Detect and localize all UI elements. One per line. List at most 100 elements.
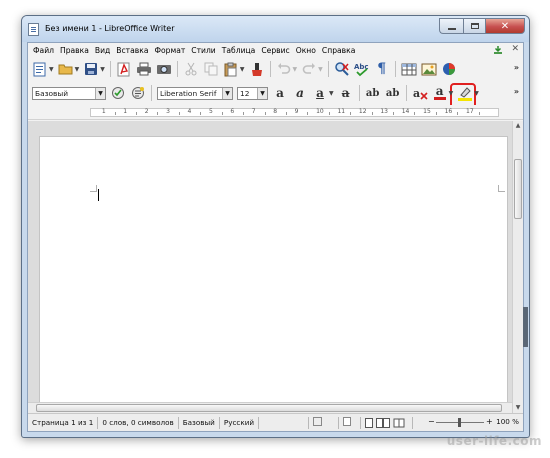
minimize-button[interactable] [439,18,463,34]
ruler-tick [200,112,202,115]
chevron-down-icon[interactable]: ▼ [100,66,105,73]
zoom-slider-knob[interactable] [458,418,461,427]
scroll-down-icon[interactable]: ▼ [513,403,523,413]
clone-formatting-icon[interactable] [249,61,265,77]
horizontal-scrollbar[interactable] [28,402,512,413]
close-document-button[interactable]: ✕ [511,44,519,54]
page-style-status[interactable]: Базовый [179,416,220,429]
insert-mode-status[interactable] [259,416,310,429]
chevron-down-icon[interactable]: ▼ [449,90,454,97]
horizontal-scroll-thumb[interactable] [36,404,502,412]
chevron-down-icon[interactable]: ▼ [474,90,479,97]
strikethrough-icon[interactable]: a [338,85,354,101]
print-preview-icon[interactable] [156,61,172,77]
find-replace-icon[interactable] [334,61,350,77]
extension-update-icon[interactable] [493,45,503,55]
save-icon[interactable] [83,61,99,77]
menu-tools[interactable]: Сервис [258,46,292,55]
insert-chart-icon[interactable] [441,61,457,77]
minimize-icon [447,27,456,30]
superscript-icon[interactable]: ab [365,85,381,101]
menu-window[interactable]: Окно [293,46,319,55]
menu-insert[interactable]: Вставка [113,46,151,55]
paste-icon[interactable] [223,61,239,77]
font-name-select[interactable]: Liberation Serif ▼ [157,86,233,100]
underline-icon[interactable]: a [312,85,328,101]
zoom-in-button[interactable]: + [486,417,493,426]
chevron-down-icon[interactable]: ▼ [222,87,232,99]
highlight-color-icon[interactable] [457,85,473,101]
maximize-button[interactable] [463,18,485,34]
word-count-status[interactable]: 0 слов, 0 символов [98,416,179,429]
document-page[interactable] [39,136,508,402]
language-status[interactable]: Русский [220,416,260,429]
insert-image-icon[interactable] [421,61,437,77]
cut-icon[interactable] [183,61,199,77]
watermark-text: user-life.com [446,434,542,448]
italic-icon[interactable]: a [292,85,308,101]
menu-table[interactable]: Таблица [219,46,259,55]
formatting-marks-icon[interactable]: ¶ [374,61,390,77]
clear-formatting-icon[interactable]: a [412,85,428,101]
vertical-scrollbar[interactable]: ▲ ▼ [512,121,528,413]
document-area[interactable] [28,121,512,402]
document-modified-status[interactable] [339,416,362,429]
print-icon[interactable] [136,61,152,77]
multi-page-view-icon[interactable] [376,417,391,428]
chevron-down-icon[interactable]: ▼ [293,66,298,73]
chevron-down-icon[interactable]: ▼ [95,87,105,99]
subscript-icon[interactable]: ab [385,85,401,101]
font-size-select[interactable]: 12 ▼ [237,86,268,100]
copy-icon[interactable] [203,61,219,77]
menu-help[interactable]: Справка [319,46,358,55]
ruler-number: 1 [123,108,128,115]
menu-bar: Файл Правка Вид Вставка Формат Стили Таб… [28,43,523,58]
menu-styles[interactable]: Стили [188,46,218,55]
vertical-scroll-thumb[interactable] [514,159,522,219]
new-style-icon[interactable] [130,85,146,101]
ruler-tick [178,112,180,115]
ruler-tick [264,112,266,115]
chevron-down-icon[interactable]: ▼ [75,66,80,73]
ruler-tick [350,112,352,115]
scroll-up-icon[interactable]: ▲ [513,121,523,131]
export-pdf-icon[interactable] [116,61,132,77]
menu-format[interactable]: Формат [151,46,188,55]
book-view-icon[interactable] [393,418,405,428]
ruler-tick [435,112,437,115]
chevron-down-icon[interactable]: ▼ [329,90,334,97]
undo-icon[interactable] [276,61,292,77]
formatting-toolbar: Базовый ▼ Liberation Serif ▼ 12 ▼ a a a … [28,82,523,104]
menu-file[interactable]: Файл [30,46,57,55]
new-document-icon[interactable] [32,61,48,77]
page-count-status[interactable]: Страница 1 из 1 [28,416,99,429]
ruler-strip: 1 1 2 3 4 5 6 7 8 9 10 11 12 13 14 15 16 17 [90,108,499,117]
toolbar-overflow-button[interactable]: » [514,63,519,72]
maximize-icon [470,23,479,29]
chevron-down-icon[interactable]: ▼ [240,66,245,73]
font-color-icon[interactable]: a [432,84,448,101]
ruler-tick [393,112,395,115]
horizontal-ruler[interactable]: 1 1 2 3 4 5 6 7 8 9 10 11 12 13 14 15 16 17 [28,105,523,120]
insert-table-icon[interactable] [401,61,417,77]
sidebar-toggle-grip[interactable] [523,307,528,347]
redo-icon[interactable] [301,61,317,77]
close-button[interactable]: ✕ [485,18,525,34]
open-folder-icon[interactable] [58,61,74,77]
spellcheck-icon[interactable]: Abc [354,61,370,77]
chevron-down-icon[interactable]: ▼ [318,66,323,73]
zoom-out-button[interactable]: − [428,417,435,426]
toolbar-overflow-button[interactable]: » [514,87,519,96]
update-style-icon[interactable] [110,85,126,101]
menu-view[interactable]: Вид [92,46,113,55]
zoom-percentage[interactable]: 100 % [496,417,519,426]
menu-edit[interactable]: Правка [57,46,92,55]
chevron-down-icon[interactable]: ▼ [257,87,267,99]
title-bar[interactable]: Без имени 1 - LibreOffice Writer ✕ [22,16,529,42]
bold-icon[interactable]: a [272,85,288,101]
paragraph-style-select[interactable]: Базовый ▼ [32,86,106,100]
chevron-down-icon[interactable]: ▼ [49,66,54,73]
single-page-view-icon[interactable] [365,417,374,428]
text-boundary-corner [498,185,505,192]
selection-mode-status[interactable] [309,416,340,429]
